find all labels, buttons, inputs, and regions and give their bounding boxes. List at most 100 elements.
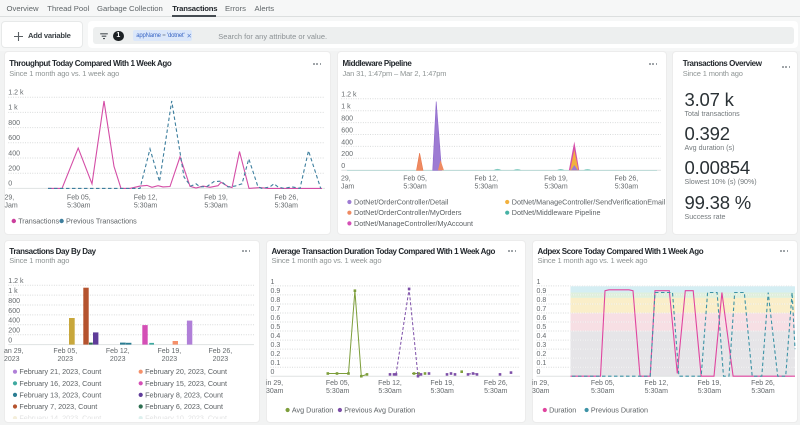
svg-text:2023: 2023: [162, 356, 178, 363]
svg-text:5:30am: 5:30am: [134, 203, 158, 210]
svg-text:0.7: 0.7: [271, 306, 281, 313]
svg-text:DotNet/OrderController/MyOrder: DotNet/OrderController/MyOrders: [354, 208, 462, 217]
svg-text:Previous Transactions: Previous Transactions: [66, 217, 137, 226]
svg-text:Jam: Jam: [5, 203, 18, 210]
svg-text:Previous Duration: Previous Duration: [591, 406, 648, 415]
svg-text:Feb 26,: Feb 26,: [751, 380, 775, 387]
svg-text:0.5: 0.5: [271, 324, 281, 331]
svg-text:0.1: 0.1: [271, 360, 281, 367]
svg-text:29,: 29,: [341, 176, 351, 183]
svg-text:0.3: 0.3: [271, 342, 281, 349]
svg-text:5:30am: 5:30am: [275, 203, 299, 210]
svg-text:in 29,: in 29,: [266, 380, 283, 387]
svg-text:1.2 k: 1.2 k: [8, 278, 24, 285]
svg-text:600: 600: [8, 135, 20, 142]
svg-text:800: 800: [341, 116, 353, 123]
svg-text:5:30am: 5:30am: [484, 388, 508, 395]
svg-text:0.2: 0.2: [537, 351, 547, 358]
svg-text:Previous Avg Duration: Previous Avg Duration: [344, 406, 415, 415]
svg-text:Feb 19,: Feb 19,: [698, 380, 722, 387]
svg-text:Feb 26,: Feb 26,: [615, 176, 639, 183]
svg-text:200: 200: [341, 151, 353, 158]
svg-text:Duration: Duration: [549, 406, 576, 415]
svg-text:February 16, 2023, Count: February 16, 2023, Count: [19, 379, 101, 388]
svg-text:0.8: 0.8: [271, 297, 281, 304]
svg-text:2023: 2023: [213, 356, 229, 363]
svg-text:1 k: 1 k: [8, 288, 18, 295]
svg-text:5:30am: 5:30am: [431, 388, 455, 395]
svg-text:0: 0: [8, 181, 12, 188]
svg-text:0.5: 0.5: [537, 324, 547, 331]
svg-text:2023: 2023: [4, 356, 20, 363]
svg-text:0.8: 0.8: [537, 297, 547, 304]
svg-text:5:30am: 5:30am: [378, 388, 402, 395]
svg-text:Feb 05,: Feb 05,: [403, 176, 427, 183]
svg-text:0.9: 0.9: [537, 288, 547, 295]
svg-text:1: 1: [537, 279, 541, 286]
svg-text:5:30am: 5:30am: [751, 388, 775, 395]
svg-text:February 21, 2023, Count: February 21, 2023, Count: [19, 367, 101, 376]
svg-text:February 8, 2023, Count: February 8, 2023, Count: [145, 390, 223, 399]
svg-text:800: 800: [8, 298, 20, 305]
svg-text:600: 600: [8, 308, 20, 315]
svg-text:0.6: 0.6: [537, 315, 547, 322]
svg-text:1 k: 1 k: [8, 105, 18, 112]
svg-text:1.2 k: 1.2 k: [8, 90, 24, 97]
svg-text:0.9: 0.9: [271, 288, 281, 295]
svg-text:February 10, 2023, Count: February 10, 2023, Count: [145, 414, 227, 419]
svg-text:200: 200: [8, 166, 20, 173]
svg-text:Feb 12,: Feb 12,: [644, 380, 668, 387]
svg-text:0: 0: [341, 163, 345, 170]
svg-text:1.2 k: 1.2 k: [341, 92, 357, 99]
svg-text:Feb 05,: Feb 05,: [53, 348, 77, 355]
svg-text:Feb 19,: Feb 19,: [430, 380, 454, 387]
svg-text:February 15, 2023, Count: February 15, 2023, Count: [145, 379, 227, 388]
svg-text:February 13, 2023, Count: February 13, 2023, Count: [19, 390, 101, 399]
svg-text:5:30am: 5:30am: [544, 184, 568, 191]
svg-text:5:30am: 5:30am: [591, 388, 615, 395]
svg-text:Feb 05,: Feb 05,: [67, 195, 91, 202]
svg-text:1: 1: [271, 279, 275, 286]
svg-text:29,: 29,: [5, 195, 15, 202]
svg-text:200: 200: [8, 328, 20, 335]
svg-text:February 14, 2023, Count: February 14, 2023, Count: [19, 414, 101, 419]
svg-text:0.3: 0.3: [537, 342, 547, 349]
svg-text:0.1: 0.1: [537, 360, 547, 367]
svg-text:5:30am: 5:30am: [403, 184, 427, 191]
svg-text:February 7, 2023, Count: February 7, 2023, Count: [19, 402, 97, 411]
svg-text:0.7: 0.7: [537, 306, 547, 313]
svg-text:2023: 2023: [110, 356, 126, 363]
svg-text:0.4: 0.4: [271, 333, 281, 340]
svg-text:DotNet/Middleware Pipeline: DotNet/Middleware Pipeline: [512, 208, 601, 217]
svg-text:400: 400: [8, 318, 20, 325]
svg-text:800: 800: [8, 120, 20, 127]
svg-text:0.6: 0.6: [271, 315, 281, 322]
svg-text:2023: 2023: [58, 356, 74, 363]
svg-text:Feb 12,: Feb 12,: [474, 176, 498, 183]
svg-text:Avg Duration: Avg Duration: [292, 406, 333, 415]
svg-text:DotNet/ManageController/MyAcco: DotNet/ManageController/MyAccount: [354, 219, 473, 228]
svg-text:5:30am: 5:30am: [204, 203, 228, 210]
svg-text:0: 0: [271, 369, 275, 376]
svg-text:30am: 30am: [532, 388, 550, 395]
svg-text:0: 0: [537, 369, 541, 376]
svg-text:0.4: 0.4: [537, 333, 547, 340]
svg-text:5:30am: 5:30am: [326, 388, 350, 395]
svg-text:DotNet/OrderController/Detail: DotNet/OrderController/Detail: [354, 198, 449, 207]
svg-text:5:30am: 5:30am: [475, 184, 499, 191]
svg-text:Feb 12,: Feb 12,: [106, 348, 130, 355]
svg-text:Transactions: Transactions: [18, 217, 59, 226]
svg-text:400: 400: [341, 139, 353, 146]
svg-text:Jam: Jam: [341, 184, 354, 191]
svg-text:in 29,: in 29,: [532, 380, 549, 387]
svg-text:Feb 26,: Feb 26,: [274, 195, 298, 202]
svg-text:30am: 30am: [266, 388, 284, 395]
svg-text:Feb 19,: Feb 19,: [544, 176, 568, 183]
svg-text:Feb 26,: Feb 26,: [209, 348, 233, 355]
svg-text:Feb 12,: Feb 12,: [134, 195, 158, 202]
svg-text:February 20, 2023, Count: February 20, 2023, Count: [145, 367, 227, 376]
svg-text:600: 600: [341, 127, 353, 134]
svg-text:Feb 19,: Feb 19,: [158, 348, 182, 355]
svg-text:an 29,: an 29,: [4, 348, 24, 355]
svg-text:5:30am: 5:30am: [645, 388, 669, 395]
